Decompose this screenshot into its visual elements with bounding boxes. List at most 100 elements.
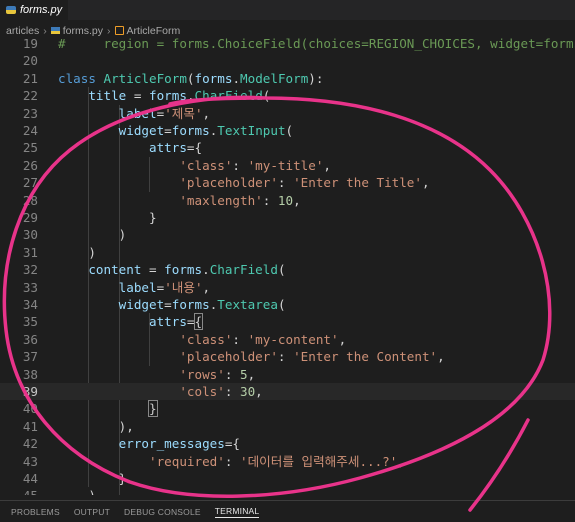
code-text: ) xyxy=(58,244,96,261)
code-line[interactable]: 42 error_messages={ xyxy=(0,435,575,452)
code-line[interactable]: 41 ), xyxy=(0,418,575,435)
code-editor[interactable]: 19 # region = forms.ChoiceField(choices=R… xyxy=(0,36,575,495)
line-number: 31 xyxy=(22,244,38,260)
code-text: 'placeholder': 'Enter the Content', xyxy=(58,348,444,365)
code-token: attrs xyxy=(149,140,187,156)
code-token: # region = forms.ChoiceField(choices=REG… xyxy=(58,36,575,51)
code-line[interactable]: 31 ) xyxy=(0,244,575,261)
code-token: ) xyxy=(58,488,96,495)
code-line[interactable]: 36 'class': 'my-content', xyxy=(0,331,575,348)
code-line[interactable]: 43 'required': '데이터를 입력해주세...?', xyxy=(0,453,575,470)
breadcrumb-separator: › xyxy=(107,24,111,37)
code-line[interactable]: 37 'placeholder': 'Enter the Content', xyxy=(0,348,575,365)
code-token: : xyxy=(232,331,248,347)
code-line[interactable]: 44 } xyxy=(0,470,575,487)
line-number: 39 xyxy=(22,384,38,399)
panel-tab-terminal[interactable]: TERMINAL xyxy=(214,506,260,518)
code-line[interactable]: 40 } xyxy=(0,400,575,418)
line-number: 19 xyxy=(22,36,38,51)
code-token: , xyxy=(202,105,211,121)
line-number: 27 xyxy=(22,175,38,191)
panel-tab-output[interactable]: OUTPUT xyxy=(74,507,110,517)
code-text: 'required': '데이터를 입력해주세...?', xyxy=(58,453,405,470)
code-token: : xyxy=(232,157,248,173)
code-line[interactable]: 39 'cols': 30, xyxy=(0,383,575,401)
code-line[interactable]: 24 widget=forms.TextInput( xyxy=(0,122,575,139)
code-token: CharField xyxy=(209,262,278,278)
code-line[interactable]: 20 xyxy=(0,52,575,69)
code-line[interactable]: 35 attrs={ xyxy=(0,313,575,331)
code-token: : xyxy=(224,384,240,399)
code-line[interactable]: 21 class ArticleForm(forms.ModelForm): xyxy=(0,70,575,87)
code-text: 'cols': 30, xyxy=(58,383,263,400)
code-token: = xyxy=(141,262,165,278)
code-token: ) xyxy=(58,227,127,243)
code-token: } xyxy=(58,210,157,225)
code-token: ( xyxy=(186,70,195,86)
code-line[interactable]: 22 title = forms.CharField( xyxy=(0,87,575,104)
line-number: 42 xyxy=(22,436,38,452)
line-number: 20 xyxy=(22,53,38,69)
code-token: . xyxy=(186,88,195,104)
code-line[interactable]: 32 content = forms.CharField( xyxy=(0,261,575,278)
panel-tab-debug-console[interactable]: DEBUG CONSOLE xyxy=(124,507,201,517)
code-text: widget=forms.Textarea( xyxy=(58,296,286,313)
code-token: '내용' xyxy=(164,279,203,295)
panel-tab-problems[interactable]: PROBLEMS xyxy=(11,507,60,517)
breadcrumb-symbol[interactable]: ArticleForm xyxy=(127,25,181,37)
code-text: attrs={ xyxy=(58,139,202,156)
code-line[interactable]: 26 'class': 'my-title', xyxy=(0,157,575,174)
tab-forms-py[interactable]: forms.py xyxy=(0,0,68,20)
code-line[interactable]: 27 'placeholder': 'Enter the Title', xyxy=(0,174,575,191)
line-number: 34 xyxy=(22,297,38,312)
code-token: widget xyxy=(118,297,165,312)
code-line[interactable]: 45 ) xyxy=(0,487,575,495)
code-token: : xyxy=(224,453,240,469)
code-token: class xyxy=(58,70,96,86)
code-token: : xyxy=(277,175,294,191)
code-line[interactable]: 38 'rows': 5, xyxy=(0,366,575,383)
code-line[interactable]: 25 attrs={ xyxy=(0,139,575,156)
code-token: 'Enter the Title' xyxy=(293,175,422,191)
code-text: 'placeholder': 'Enter the Title', xyxy=(58,174,429,191)
code-token: , xyxy=(255,384,263,399)
code-token: error_messages xyxy=(118,436,225,452)
code-line[interactable]: 28 'maxlength': 10, xyxy=(0,192,575,209)
breadcrumb-folder[interactable]: articles xyxy=(6,25,39,37)
code-text: ) xyxy=(58,226,127,243)
code-token: 30 xyxy=(240,384,256,399)
code-token: ( xyxy=(262,88,271,104)
code-text: title = forms.CharField( xyxy=(58,87,270,104)
code-text: } xyxy=(58,209,157,226)
code-token: = xyxy=(164,123,172,138)
python-file-icon xyxy=(50,27,60,34)
code-line[interactable]: 33 label='내용', xyxy=(0,279,575,296)
line-number: 38 xyxy=(22,366,38,382)
code-line[interactable]: 30 ) xyxy=(0,226,575,243)
class-symbol-icon xyxy=(114,26,124,35)
code-line[interactable]: 23 label='제목', xyxy=(0,105,575,122)
code-token: , xyxy=(247,366,256,382)
line-number: 21 xyxy=(22,70,38,86)
code-text: class ArticleForm(forms.ModelForm): xyxy=(58,70,323,87)
code-token: forms xyxy=(194,70,233,86)
code-token: 'class' xyxy=(179,331,233,347)
code-text: widget=forms.TextInput( xyxy=(58,122,293,139)
breadcrumb-file[interactable]: forms.py xyxy=(63,25,103,37)
code-line[interactable]: 34 widget=forms.Textarea( xyxy=(0,296,575,313)
code-token: 5 xyxy=(240,366,248,382)
code-text: ), xyxy=(58,418,134,435)
code-token: : xyxy=(224,366,240,382)
code-token: , xyxy=(293,192,301,208)
code-line[interactable]: 29 } xyxy=(0,209,575,226)
code-line[interactable]: 19 # region = forms.ChoiceField(choices=R… xyxy=(0,36,575,52)
code-token: '제목' xyxy=(164,105,203,121)
line-number: 36 xyxy=(22,331,38,347)
